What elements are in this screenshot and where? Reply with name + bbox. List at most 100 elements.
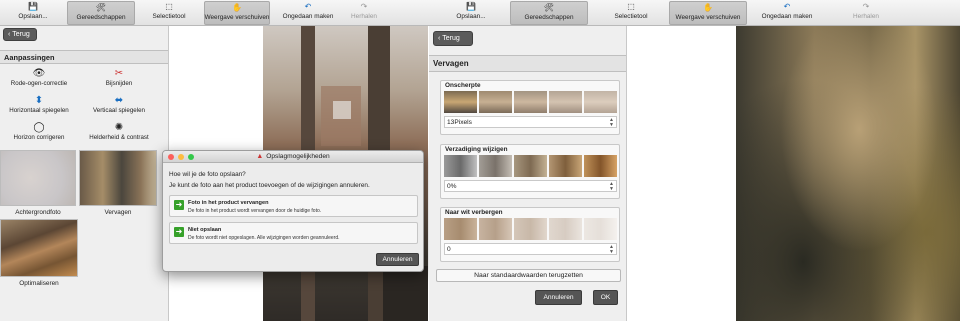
back-button[interactable]: ‹ Terug — [433, 31, 473, 46]
hand-icon: ✋ — [703, 3, 713, 12]
fade-white-label: Naar wit verbergen — [445, 209, 503, 216]
section-header: Aanpassingen — [0, 50, 168, 64]
dialog-cancel-button[interactable]: Annuleren — [376, 253, 419, 266]
saturation-label: Verzadiging wijzigen — [445, 146, 508, 153]
flip-vertical-icon: ⬌ — [114, 95, 124, 106]
window — [333, 101, 351, 119]
save-icon: 💾 — [28, 2, 38, 11]
horizon-icon: ◯ — [33, 122, 45, 133]
warning-icon: ▲ — [256, 153, 264, 160]
select-tool-button[interactable]: ⬚ Selectietool — [607, 1, 655, 25]
adjustment-label: Rode-ogen-correctie — [10, 80, 68, 87]
close-window-icon[interactable] — [168, 154, 174, 160]
adjustment-label: Helderheid & contrast — [89, 134, 149, 141]
red-eye-correction[interactable]: 👁 Rode-ogen-correctie — [2, 67, 76, 87]
save-button[interactable]: 💾 Opslaan... — [14, 1, 52, 25]
dialog-titlebar: ▲ Opslagmogelijkheden — [163, 151, 423, 163]
maximize-window-icon[interactable] — [188, 154, 194, 160]
redo-button[interactable]: ↷ Herhalen — [844, 1, 888, 25]
select-tool-button[interactable]: ⬚ Selectietool — [148, 1, 190, 25]
horizon-adjustment[interactable]: ◯ Horizon corrigeren — [2, 121, 76, 141]
thumbnail-background[interactable] — [0, 150, 76, 206]
redo-label: Herhalen — [351, 13, 377, 20]
thumbnail-blur[interactable] — [79, 150, 157, 206]
move-view-label: Weergave verschuiven — [675, 14, 741, 21]
saturation-preview-strip[interactable] — [444, 155, 617, 177]
thumbnail-label: Vervagen — [104, 209, 132, 216]
save-icon: 💾 — [466, 2, 476, 11]
crop-adjustment[interactable]: ✂ Bijsnijden — [82, 67, 156, 87]
flip-horizontal-adjustment[interactable]: ⬍ Horizontaal spiegelen — [2, 94, 76, 114]
blur-label: Onscherpte — [445, 82, 481, 89]
adjustment-label: Horizon corrigeren — [13, 134, 65, 141]
tools-button[interactable]: 🛠 Gereedschappen — [67, 1, 135, 25]
undo-icon: ↶ — [783, 2, 791, 11]
dont-save-option[interactable]: ➜ Niet opslaan De foto wordt niet opgesl… — [169, 222, 418, 244]
blur-group: Onscherpte 13Pixels ▲ ▼ — [440, 80, 620, 135]
undo-label: Ongedaan maken — [761, 13, 813, 20]
thumbnail-label: Achtergrondfoto — [15, 209, 61, 216]
saturation-value: 0% — [447, 183, 457, 190]
stepper-icon[interactable]: ▲ ▼ — [609, 182, 614, 192]
save-options-dialog: ▲ Opslagmogelijkheden Hoe wil je de foto… — [162, 150, 424, 272]
stepper-icon[interactable]: ▲ ▼ — [609, 245, 614, 255]
tools-label: Gereedschappen — [524, 14, 574, 21]
move-view-button[interactable]: ✋ Weergave verschuiven — [669, 1, 747, 25]
undo-label: Ongedaan maken — [282, 13, 334, 20]
ok-button[interactable]: OK — [593, 290, 618, 305]
adjustment-label: Bijsnijden — [105, 80, 133, 87]
fade-white-preview-strip[interactable] — [444, 218, 617, 240]
hand-icon: ✋ — [232, 3, 242, 12]
select-tool-label: Selectietool — [152, 13, 186, 20]
adjustment-label: Horizontaal spiegelen — [9, 107, 69, 114]
tools-icon: 🛠 — [95, 3, 107, 12]
arrow-right-icon: ➜ — [174, 200, 184, 210]
tools-label: Gereedschappen — [76, 14, 126, 21]
fade-white-value-field[interactable]: 0 ▲ ▼ — [444, 243, 617, 255]
blur-preview-strip[interactable] — [444, 91, 617, 113]
save-label: Opslaan... — [18, 13, 48, 20]
arrow-right-icon: ➜ — [174, 227, 184, 237]
option-title: Niet opslaan — [188, 227, 222, 233]
redo-label: Herhalen — [853, 13, 879, 20]
minimize-window-icon[interactable] — [178, 154, 184, 160]
red-eye-icon: 👁 — [32, 68, 46, 79]
select-icon: ⬚ — [627, 2, 635, 11]
move-view-label: Weergave verschuiven — [204, 14, 270, 21]
undo-icon: ↶ — [304, 2, 312, 11]
thumbnail-label: Optimaliseren — [19, 280, 59, 287]
right-toolbar: 💾 Opslaan... 🛠 Gereedschappen ⬚ Selectie… — [429, 0, 960, 26]
stepper-icon[interactable]: ▲ ▼ — [609, 118, 614, 128]
save-button[interactable]: 💾 Opslaan... — [451, 1, 491, 25]
reset-defaults-button[interactable]: Naar standaardwaarden terugzetten — [436, 269, 621, 282]
option-title: Foto in het product vervangen — [188, 200, 269, 206]
dialog-question: Hoe wil je de foto opslaan? — [169, 171, 246, 178]
tools-icon: 🛠 — [543, 3, 555, 12]
blurred-photo-preview[interactable] — [736, 26, 960, 321]
saturation-group: Verzadiging wijzigen 0% ▲ ▼ — [440, 144, 620, 199]
undo-button[interactable]: ↶ Ongedaan maken — [282, 1, 334, 25]
replace-photo-option[interactable]: ➜ Foto in het product vervangen De foto … — [169, 195, 418, 217]
redo-button[interactable]: ↷ Herhalen — [345, 1, 383, 25]
redo-icon: ↷ — [862, 2, 870, 11]
brightness-adjustment[interactable]: ✺ Helderheid & contrast — [82, 121, 156, 141]
screen: 💾 Opslaan... 🛠 Gereedschappen ⬚ Selectie… — [0, 0, 960, 321]
left-toolbar: 💾 Opslaan... 🛠 Gereedschappen ⬚ Selectie… — [0, 0, 429, 26]
back-button[interactable]: ‹ Terug — [3, 28, 37, 41]
back-label: Terug — [442, 35, 460, 42]
flip-vertical-adjustment[interactable]: ⬌ Verticaal spiegelen — [82, 94, 156, 114]
redo-icon: ↷ — [360, 2, 368, 11]
undo-button[interactable]: ↶ Ongedaan maken — [757, 1, 817, 25]
saturation-value-field[interactable]: 0% ▲ ▼ — [444, 180, 617, 192]
fade-white-group: Naar wit verbergen 0 ▲ ▼ — [440, 207, 620, 262]
cancel-button[interactable]: Annuleren — [535, 290, 582, 305]
blur-value-field[interactable]: 13Pixels ▲ ▼ — [444, 116, 617, 128]
section-header: Vervagen — [429, 55, 626, 72]
tools-button[interactable]: 🛠 Gereedschappen — [510, 1, 588, 25]
left-side-panel: ‹ Terug Aanpassingen 👁 Rode-ogen-correct… — [0, 26, 169, 321]
option-description: De foto in het product wordt vervangen d… — [188, 208, 322, 214]
fade-white-value: 0 — [447, 246, 451, 253]
adjustment-label: Verticaal spiegelen — [93, 107, 145, 114]
move-view-button[interactable]: ✋ Weergave verschuiven — [204, 1, 270, 25]
thumbnail-optimize[interactable] — [0, 219, 78, 277]
